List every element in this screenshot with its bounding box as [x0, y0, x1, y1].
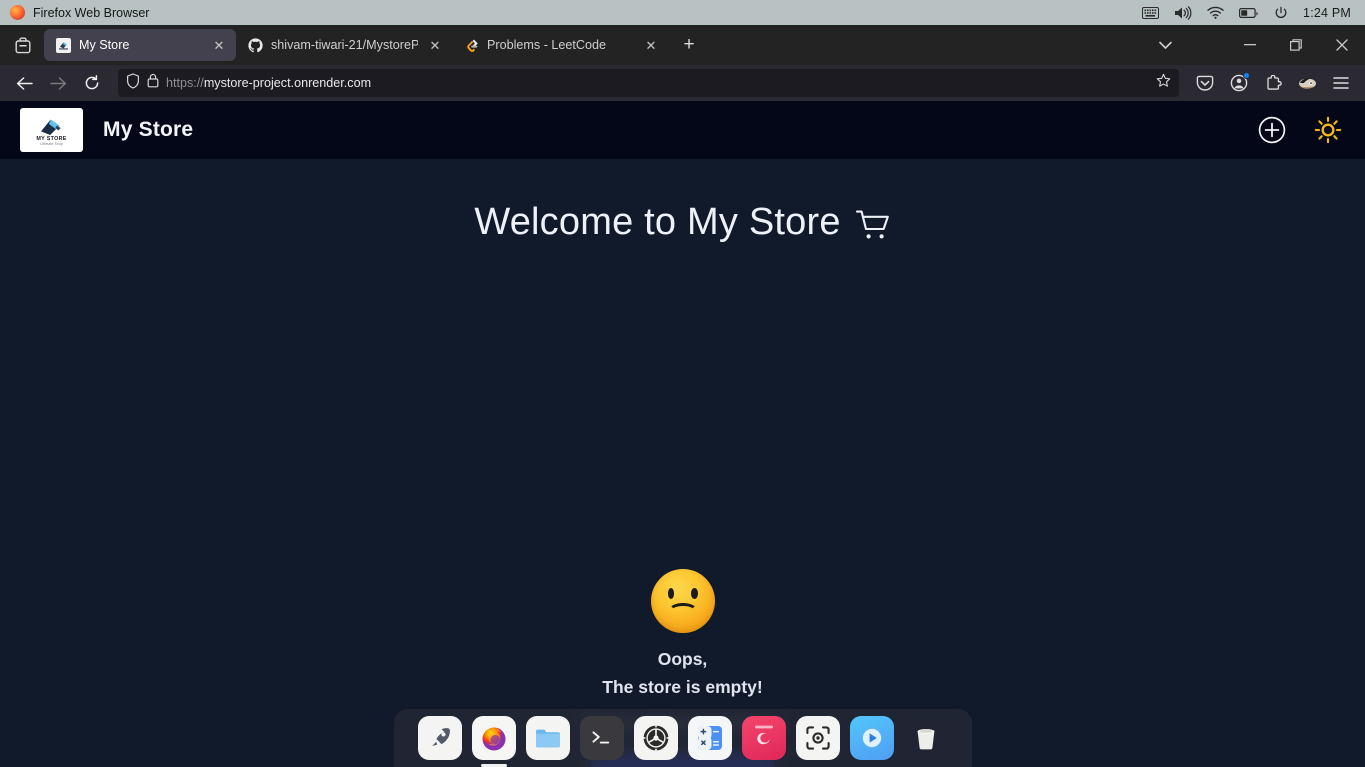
toolbar-right-actions — [1189, 68, 1357, 98]
os-dock — [393, 709, 972, 767]
empty-state-line-1: Oops, — [657, 649, 708, 669]
web-page-content: MY STORE Ultimate Shop My Store Welcome … — [0, 101, 1365, 767]
dock-item-files[interactable] — [525, 716, 570, 760]
account-badge — [1243, 72, 1250, 79]
maximize-button[interactable] — [1273, 25, 1319, 65]
tab-close-button[interactable]: ✕ — [642, 36, 660, 54]
terminal-icon — [591, 731, 609, 744]
my-store-favicon — [55, 37, 71, 53]
tab-my-store[interactable]: My Store ✕ — [44, 29, 236, 61]
dock-item-trash[interactable] — [904, 716, 948, 760]
emoji-eye-right — [691, 588, 698, 599]
calculator-icon — [697, 726, 722, 750]
trash-icon — [917, 729, 934, 750]
dock-item-debian[interactable] — [741, 716, 786, 760]
tab-github[interactable]: shivam-tiwari-21/MystoreProj ✕ — [236, 29, 452, 61]
volume-icon[interactable] — [1174, 5, 1192, 20]
dock-item-calculator[interactable] — [687, 716, 732, 760]
dock-item-terminal[interactable] — [579, 716, 624, 760]
header-actions — [1257, 115, 1343, 145]
page-title: My Store — [103, 118, 194, 141]
tab-close-button[interactable]: ✕ — [210, 36, 228, 54]
url-text[interactable]: https://mystore-project.onrender.com — [166, 76, 1149, 90]
keyboard-icon[interactable] — [1142, 6, 1160, 19]
app-menu-icon[interactable] — [1325, 68, 1357, 98]
power-icon[interactable] — [1274, 6, 1288, 20]
tab-close-button[interactable]: ✕ — [426, 36, 444, 54]
star-icon[interactable] — [1156, 73, 1171, 93]
shopping-cart-icon — [855, 208, 891, 242]
sun-icon[interactable] — [1313, 115, 1343, 145]
minimize-button[interactable] — [1227, 25, 1273, 65]
window-controls — [1145, 25, 1365, 65]
close-button[interactable] — [1319, 25, 1365, 65]
os-panel-app-area[interactable]: Firefox Web Browser — [10, 5, 149, 20]
dock-running-indicator — [480, 763, 507, 767]
welcome-heading-text: Welcome to My Store — [474, 201, 841, 243]
store-logo-mark — [40, 119, 61, 135]
files-icon — [535, 729, 560, 748]
battery-icon[interactable] — [1239, 7, 1259, 19]
shield-icon[interactable] — [126, 72, 140, 94]
url-host: mystore-project.onrender.com — [203, 76, 372, 90]
tab-title: shivam-tiwari-21/MystoreProj — [271, 38, 418, 52]
logo-subcaption: Ultimate Shop — [40, 141, 63, 146]
navigation-toolbar: https://mystore-project.onrender.com — [0, 65, 1365, 101]
dock-item-app-launcher[interactable] — [417, 716, 462, 760]
empty-state-line-2: The store is empty! — [602, 677, 763, 697]
tab-title: My Store — [79, 38, 130, 52]
tab-title: Problems - LeetCode — [487, 38, 607, 52]
dock-item-media-player[interactable] — [849, 716, 894, 760]
leetcode-favicon — [463, 37, 479, 53]
plus-circle-icon[interactable] — [1257, 115, 1287, 145]
debian-icon — [754, 725, 773, 745]
firefox-icon — [482, 727, 505, 751]
firefox-icon — [10, 5, 25, 20]
tab-bar: My Store ✕ shivam-tiwari-21/MystoreProj … — [0, 25, 1365, 65]
reload-icon[interactable] — [76, 68, 108, 98]
dock-item-screenshot[interactable] — [795, 716, 840, 760]
media-player-icon — [862, 728, 881, 748]
firefox-view-icon[interactable] — [6, 30, 40, 60]
site-header: MY STORE Ultimate Shop My Store — [0, 101, 1365, 159]
back-icon[interactable] — [8, 68, 40, 98]
wifi-icon[interactable] — [1207, 6, 1224, 19]
site-logo[interactable]: MY STORE Ultimate Shop — [20, 108, 83, 152]
os-panel-tray: 1:24 PM — [1142, 6, 1355, 20]
tab-leetcode[interactable]: Problems - LeetCode ✕ — [452, 29, 668, 61]
firefox-account-avatar-icon[interactable] — [1291, 68, 1323, 98]
os-clock[interactable]: 1:24 PM — [1303, 6, 1351, 20]
app-launcher-icon — [431, 728, 450, 746]
url-bar[interactable]: https://mystore-project.onrender.com — [118, 69, 1179, 97]
sad-face-emoji — [650, 569, 715, 633]
github-favicon — [247, 37, 263, 53]
emoji-frown — [667, 603, 698, 620]
dock-item-firefox[interactable] — [471, 716, 516, 767]
extensions-icon[interactable] — [1257, 68, 1289, 98]
settings-icon — [642, 724, 669, 752]
screenshot-icon — [805, 726, 830, 750]
os-panel-app-title: Firefox Web Browser — [33, 5, 150, 20]
lock-icon[interactable] — [147, 73, 159, 93]
forward-icon — [42, 68, 74, 98]
welcome-heading: Welcome to My Store — [0, 201, 1365, 244]
url-scheme: https:// — [166, 76, 204, 90]
account-icon[interactable] — [1223, 68, 1255, 98]
new-tab-button[interactable]: + — [674, 30, 704, 60]
firefox-window: My Store ✕ shivam-tiwari-21/MystoreProj … — [0, 25, 1365, 767]
dock-item-settings[interactable] — [633, 716, 678, 760]
os-top-panel: Firefox Web Browser 1:24 PM — [0, 0, 1365, 25]
list-all-tabs-icon[interactable] — [1145, 25, 1185, 65]
emoji-eye-left — [667, 588, 674, 599]
pocket-icon[interactable] — [1189, 68, 1221, 98]
